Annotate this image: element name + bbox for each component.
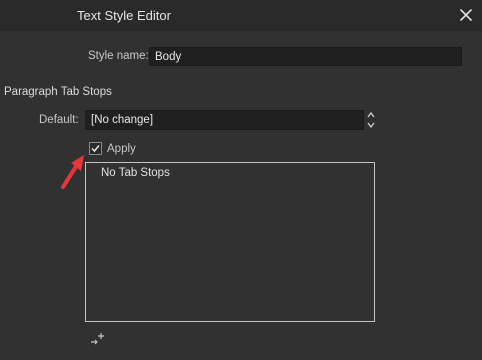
default-value: [No change] [91, 114, 154, 126]
default-select[interactable]: [No change] [85, 110, 364, 130]
close-icon [460, 9, 472, 21]
window-title: Text Style Editor [77, 8, 171, 23]
default-label: Default: [39, 114, 79, 126]
close-button[interactable] [458, 6, 474, 24]
title-bar: Text Style Editor [0, 0, 482, 31]
checkmark-icon [91, 145, 100, 153]
style-name-value: Body [155, 51, 182, 63]
apply-checkbox[interactable] [89, 142, 102, 155]
red-arrow-annotation [61, 155, 84, 189]
add-tab-stop-icon[interactable] [89, 331, 107, 347]
apply-label: Apply [107, 143, 136, 155]
default-stepper-icon[interactable] [366, 110, 376, 130]
style-name-input[interactable]: Body [149, 47, 462, 66]
tab-stops-empty-text: No Tab Stops [101, 167, 170, 179]
section-title: Paragraph Tab Stops [4, 86, 112, 98]
style-name-label: Style name: [88, 50, 149, 62]
tab-stops-list[interactable]: No Tab Stops [85, 162, 375, 322]
